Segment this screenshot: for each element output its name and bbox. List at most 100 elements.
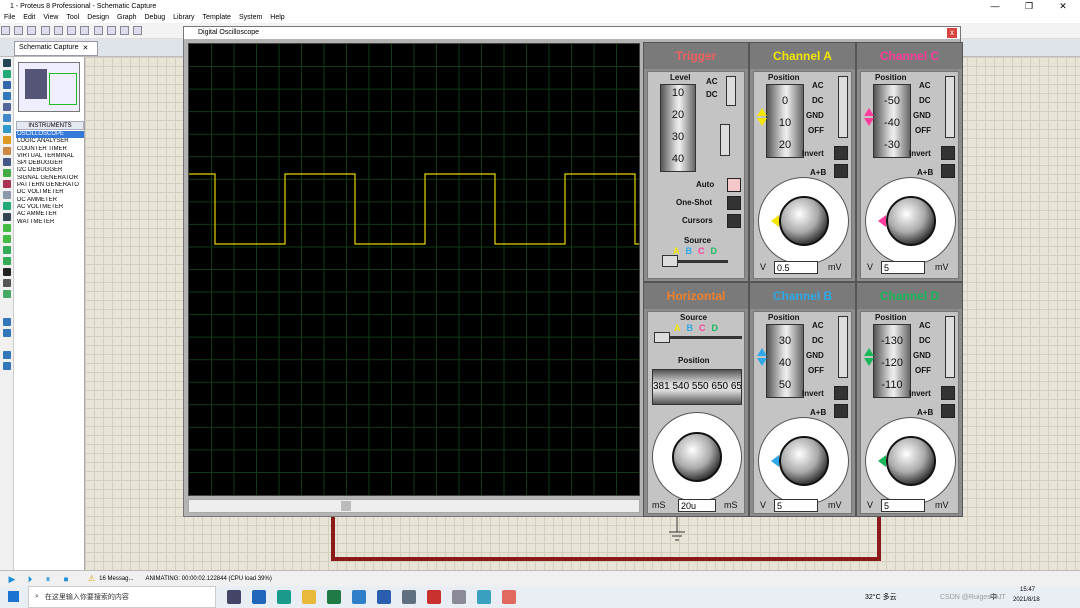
app-icon[interactable] bbox=[477, 590, 491, 604]
maximize-button[interactable]: ❐ bbox=[1012, 0, 1046, 12]
menu-graph[interactable]: Graph bbox=[117, 14, 136, 21]
clock-date[interactable]: 2021/8/18 bbox=[1013, 597, 1040, 603]
position-up-icon[interactable] bbox=[757, 348, 767, 356]
text-icon[interactable] bbox=[3, 268, 11, 276]
graph-icon[interactable] bbox=[3, 158, 11, 166]
close-button[interactable]: ✕ bbox=[1046, 0, 1080, 12]
windows-start-icon[interactable] bbox=[8, 591, 19, 602]
mirror-y-icon[interactable] bbox=[3, 362, 11, 370]
close-project-icon[interactable] bbox=[40, 26, 50, 35]
rotate-ccw-icon[interactable] bbox=[3, 329, 11, 337]
coupling-switch[interactable] bbox=[726, 76, 736, 106]
clock-time[interactable]: 15:47 bbox=[1020, 587, 1035, 593]
component-mode-icon[interactable] bbox=[3, 70, 11, 78]
channel-d-volts-knob[interactable] bbox=[886, 436, 936, 486]
h-source-handle[interactable] bbox=[654, 332, 670, 343]
channel-a-invert-button[interactable] bbox=[834, 146, 848, 160]
channel-c-volts-knob[interactable] bbox=[886, 196, 936, 246]
instrument-item[interactable]: AC VOLTMETER bbox=[16, 204, 84, 211]
menu-edit[interactable]: Edit bbox=[23, 14, 35, 21]
channel-b-volts-knob[interactable] bbox=[779, 436, 829, 486]
oscilloscope-close-button[interactable]: x bbox=[947, 28, 957, 38]
terminal-icon[interactable] bbox=[3, 136, 11, 144]
generator-icon[interactable] bbox=[3, 180, 11, 188]
position-down-icon[interactable] bbox=[864, 358, 874, 366]
source-code-icon[interactable] bbox=[120, 26, 130, 35]
edge-switch[interactable] bbox=[720, 124, 730, 156]
channel-a-volts-knob[interactable] bbox=[779, 196, 829, 246]
probe-icon[interactable] bbox=[3, 191, 11, 199]
proteus-icon[interactable] bbox=[402, 590, 416, 604]
task-view-icon[interactable] bbox=[227, 590, 241, 604]
text-script-icon[interactable] bbox=[3, 103, 11, 111]
position-down-icon[interactable] bbox=[757, 118, 767, 126]
rotate-cw-icon[interactable] bbox=[3, 318, 11, 326]
channel-a-coupling-switch[interactable] bbox=[838, 76, 848, 138]
oneshot-button[interactable] bbox=[727, 196, 741, 210]
menu-system[interactable]: System bbox=[239, 14, 262, 21]
help-icon[interactable] bbox=[133, 26, 143, 35]
stop-icon[interactable]: ⏹ bbox=[60, 574, 72, 584]
atk-xcom-icon[interactable] bbox=[427, 590, 441, 604]
h-position-drum[interactable]: 381 540 550 650 650 bbox=[652, 369, 742, 405]
channel-a-ab-button[interactable] bbox=[834, 164, 848, 178]
channel-a-position-drum[interactable]: 0 10 20 bbox=[766, 84, 804, 158]
mirror-x-icon[interactable] bbox=[3, 351, 11, 359]
channel-d-volts-field[interactable]: 5 bbox=[881, 499, 925, 512]
scroll-thumb[interactable] bbox=[341, 501, 351, 511]
channel-d-coupling-switch[interactable] bbox=[945, 316, 955, 378]
channel-c-position-drum[interactable]: -50 -40 -30 bbox=[873, 84, 911, 158]
open-file-icon[interactable] bbox=[14, 26, 24, 35]
channel-b-volts-field[interactable]: 5 bbox=[774, 499, 818, 512]
play-icon[interactable]: ▶ bbox=[6, 574, 18, 584]
instrument-item[interactable]: OSCILLOSCOPE bbox=[16, 131, 84, 139]
step-icon[interactable]: ⏵ bbox=[24, 574, 36, 584]
position-up-icon[interactable] bbox=[864, 108, 874, 116]
instrument-item[interactable]: PATTERN GENERATO bbox=[16, 182, 84, 189]
position-up-icon[interactable] bbox=[757, 108, 767, 116]
wire[interactable] bbox=[331, 517, 881, 561]
instrument-item[interactable]: I2C DEBUGGER bbox=[16, 167, 84, 174]
instrument-item[interactable]: AC AMMETER bbox=[16, 211, 84, 218]
symbol-icon[interactable] bbox=[3, 279, 11, 287]
arc-icon[interactable] bbox=[3, 246, 11, 254]
channel-b-ab-button[interactable] bbox=[834, 404, 848, 418]
channel-d-position-drum[interactable]: -130 -120 -110 bbox=[873, 324, 911, 398]
pause-icon[interactable]: ⏸ bbox=[42, 574, 54, 584]
tool-icon[interactable] bbox=[452, 590, 466, 604]
menu-template[interactable]: Template bbox=[203, 14, 231, 21]
cursors-button[interactable] bbox=[727, 214, 741, 228]
menu-design[interactable]: Design bbox=[87, 14, 109, 21]
tape-icon[interactable] bbox=[3, 169, 11, 177]
overview-window[interactable] bbox=[18, 62, 80, 112]
source-slider-handle[interactable] bbox=[662, 255, 678, 267]
marker-icon[interactable] bbox=[3, 290, 11, 298]
box-icon[interactable] bbox=[3, 224, 11, 232]
timebase-knob[interactable] bbox=[672, 432, 722, 482]
ground-symbol[interactable] bbox=[669, 517, 685, 541]
circle-icon[interactable] bbox=[3, 235, 11, 243]
tab-schematic-capture[interactable]: Schematic Capture ✕ bbox=[14, 41, 98, 56]
menu-debug[interactable]: Debug bbox=[145, 14, 166, 21]
pin-icon[interactable] bbox=[3, 147, 11, 155]
mx-app-icon[interactable] bbox=[352, 590, 366, 604]
weather-text[interactable]: 32°C 多云 bbox=[865, 592, 897, 602]
save-file-icon[interactable] bbox=[27, 26, 37, 35]
path-icon[interactable] bbox=[3, 257, 11, 265]
wire-label-icon[interactable] bbox=[3, 92, 11, 100]
channel-b-invert-button[interactable] bbox=[834, 386, 848, 400]
instrument-item[interactable]: SIGNAL GENERATOR bbox=[16, 175, 84, 182]
channel-c-ab-button[interactable] bbox=[941, 164, 955, 178]
instrument-item[interactable]: LOGIC ANALYSER bbox=[16, 138, 84, 145]
menu-library[interactable]: Library bbox=[173, 14, 194, 21]
channel-c-invert-button[interactable] bbox=[941, 146, 955, 160]
messages-count[interactable]: 16 Messag... bbox=[99, 576, 133, 582]
position-down-icon[interactable] bbox=[864, 118, 874, 126]
minimize-button[interactable]: — bbox=[978, 0, 1012, 12]
new-file-icon[interactable] bbox=[1, 26, 10, 35]
taskbar-search[interactable]: ⌕ 在这里输入你要搜索的内容 bbox=[28, 586, 216, 608]
mail-icon[interactable] bbox=[252, 590, 266, 604]
chip-icon[interactable] bbox=[502, 590, 516, 604]
line-icon[interactable] bbox=[3, 213, 11, 221]
channel-c-coupling-switch[interactable] bbox=[945, 76, 955, 138]
